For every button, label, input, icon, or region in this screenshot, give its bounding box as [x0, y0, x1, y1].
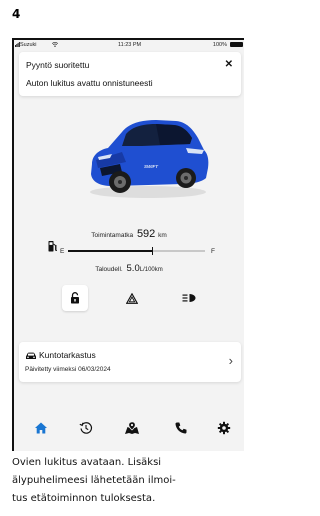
home-icon[interactable] — [34, 421, 48, 435]
carrier-label: Suzuki — [20, 42, 37, 48]
wifi-icon — [52, 42, 58, 47]
close-icon[interactable]: ✕ — [225, 60, 233, 70]
consumption-unit: L/100km — [139, 267, 163, 273]
consumption-label: Taloudell. — [95, 266, 123, 273]
inspection-updated: Päivitetty viimeksi 06/03/2024 — [25, 366, 111, 373]
chevron-right-icon[interactable]: › — [229, 354, 233, 367]
range-value: 592 — [136, 228, 156, 240]
notification-body: Auton lukitus avattu onnistuneesti — [26, 78, 153, 88]
phone-icon[interactable] — [174, 421, 188, 435]
map-pin-icon[interactable] — [124, 421, 140, 435]
fuel-gauge-fill — [68, 250, 153, 252]
consumption-row: Taloudell. 5.0L/100km — [14, 263, 244, 274]
fuel-full-label: F — [211, 248, 215, 255]
gear-icon[interactable] — [217, 421, 231, 435]
fuel-gauge — [68, 247, 205, 255]
inspection-title: Kuntotarkastus — [39, 350, 96, 360]
unlock-button[interactable] — [62, 285, 88, 311]
headlight-icon[interactable] — [182, 293, 196, 303]
range-row: Toimintamatka 592 km — [14, 228, 244, 240]
range-unit: km — [158, 232, 167, 239]
battery-percent: 100% — [212, 42, 227, 48]
step-number: 4 — [12, 7, 21, 21]
car-image: SWIFT — [90, 120, 209, 198]
status-time: 11:23 PM — [118, 42, 142, 48]
caption-line: älypuhelimeesi lähetetään ilmoi- — [12, 475, 176, 486]
page-root: 4 Suzuki 11:23 PM 100% Pyyntö suoritettu — [0, 0, 244, 516]
caption-line: tus etätoiminnon tuloksesta. — [12, 493, 156, 504]
fuel-gauge-marker — [152, 247, 154, 255]
hazard-icon[interactable] — [126, 293, 138, 304]
history-icon[interactable] — [79, 421, 93, 435]
range-label: Toimintamatka — [91, 232, 134, 239]
inspection-card[interactable]: Kuntotarkastus Päivitetty viimeksi 06/03… — [19, 342, 241, 382]
consumption-value: 5.0 — [126, 263, 140, 274]
fuel-pump-icon — [48, 241, 57, 252]
caption-line: Ovien lukitus avataan. Lisäksi — [12, 457, 162, 468]
fuel-empty-label: E — [60, 248, 65, 255]
status-bar: Suzuki 11:23 PM 100% — [14, 40, 244, 50]
bottom-nav — [14, 415, 244, 445]
notification-title: Pyyntö suoritettu — [26, 60, 90, 70]
unlock-icon — [71, 292, 79, 304]
caption: Ovien lukitus avataan. Lisäksi älypuheli… — [12, 454, 240, 508]
car-badge: SWIFT — [144, 164, 159, 169]
notification-banner[interactable]: Pyyntö suoritettu ✕ Auton lukitus avattu… — [19, 52, 241, 96]
phone-screen: Suzuki 11:23 PM 100% Pyyntö suoritettu ✕… — [12, 38, 244, 451]
battery-icon — [230, 42, 243, 47]
car-icon — [26, 352, 36, 359]
